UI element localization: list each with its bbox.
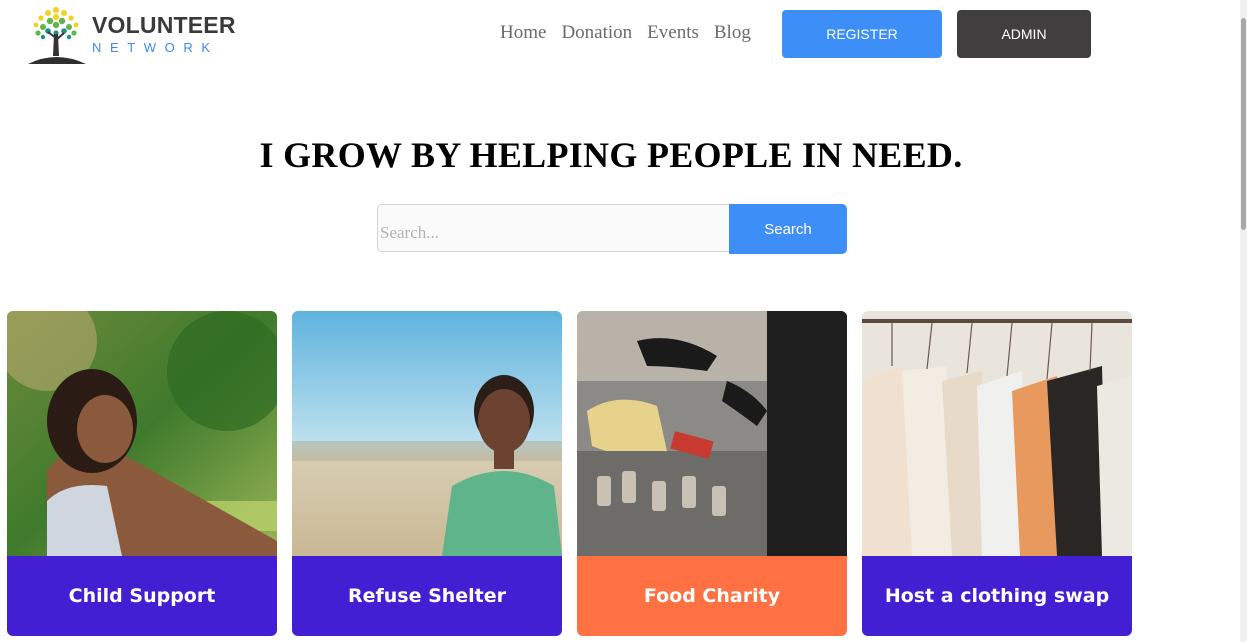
event-card-refuse-shelter[interactable]: Refuse Shelter — [292, 311, 562, 636]
main-nav: Home Donation Events Blog — [500, 22, 766, 44]
event-card-child-support[interactable]: Child Support — [7, 311, 277, 636]
card-title: Food Charity — [577, 556, 847, 636]
register-button[interactable]: REGISTER — [782, 10, 942, 58]
card-title: Host a clothing swap — [862, 556, 1132, 636]
event-card-clothing-swap[interactable]: Host a clothing swap — [862, 311, 1132, 636]
nav-events[interactable]: Events — [647, 22, 699, 44]
refuse-shelter-photo — [292, 311, 562, 556]
page-scrollbar[interactable] — [1240, 0, 1247, 642]
search-button[interactable]: Search — [729, 204, 847, 254]
site-logo[interactable]: VOLUNTEER NETWORK — [28, 4, 238, 66]
card-title: Child Support — [7, 556, 277, 636]
scrollbar-thumb[interactable] — [1241, 18, 1246, 230]
child-support-photo — [7, 311, 277, 556]
nav-home[interactable]: Home — [500, 22, 546, 44]
search-bar: Search — [377, 204, 847, 254]
tree-logo-icon — [28, 7, 86, 64]
card-title: Refuse Shelter — [292, 556, 562, 636]
food-charity-photo — [577, 311, 847, 556]
clothing-swap-photo — [862, 311, 1132, 556]
search-input[interactable] — [377, 204, 729, 252]
hero-title: I GROW BY HELPING PEOPLE IN NEED. — [259, 135, 963, 175]
brand-subname: NETWORK — [92, 40, 219, 55]
nav-blog[interactable]: Blog — [714, 22, 751, 44]
brand-name: VOLUNTEER — [92, 12, 236, 38]
nav-donation[interactable]: Donation — [561, 22, 632, 44]
admin-button[interactable]: ADMIN — [957, 10, 1091, 58]
event-card-food-charity[interactable]: Food Charity — [577, 311, 847, 636]
